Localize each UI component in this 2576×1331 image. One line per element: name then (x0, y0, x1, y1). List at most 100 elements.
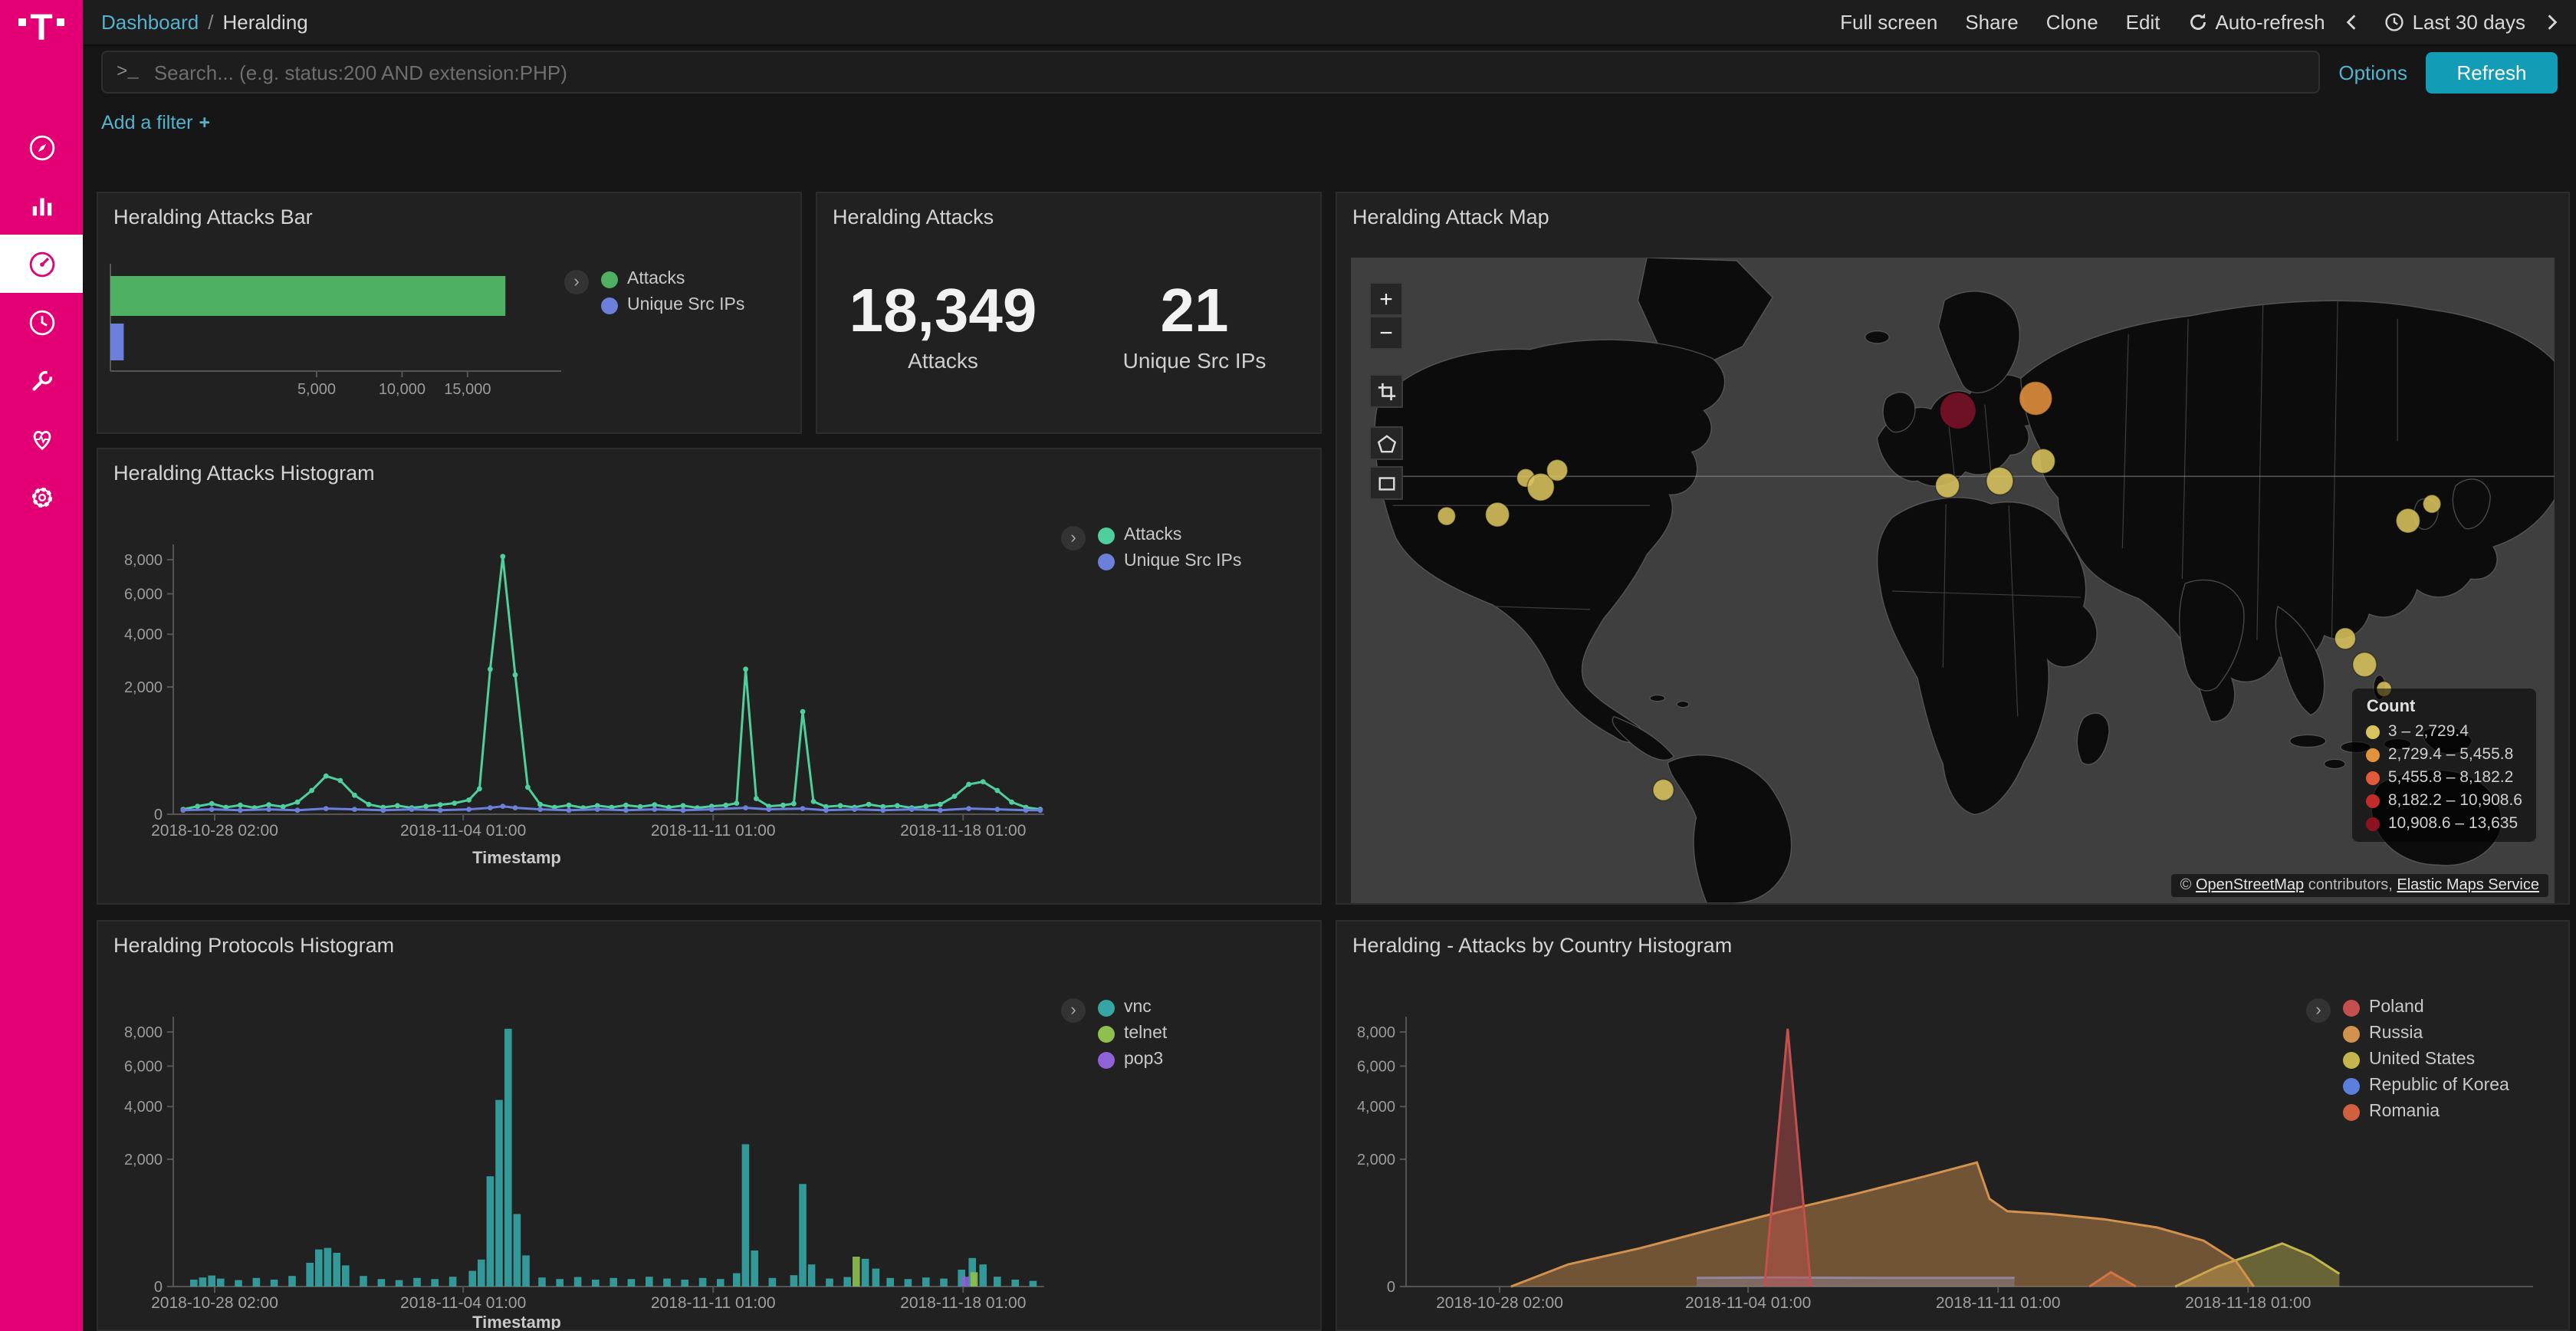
svg-text:2018-11-04 01:00: 2018-11-04 01:00 (1685, 1294, 1811, 1312)
country-histogram-chart[interactable]: 02,0004,0006,0008,0002018-10-28 02:00201… (1337, 922, 2568, 1329)
svg-text:2018-11-04 01:00: 2018-11-04 01:00 (400, 822, 526, 840)
chevron-right-icon (2547, 14, 2558, 31)
svg-text:0: 0 (154, 1279, 163, 1296)
svg-text:4,000: 4,000 (124, 626, 163, 643)
sidebar-item-visualize[interactable] (0, 176, 83, 235)
add-filter-link[interactable]: Add a filter+ (101, 112, 210, 133)
breadcrumb-dashboard[interactable]: Dashboard (101, 11, 199, 34)
legend-swatch (601, 297, 618, 314)
time-range-label: Last 30 days (2413, 11, 2525, 34)
telekom-logo[interactable]: T (0, 0, 83, 81)
panel-country-histogram: Heralding - Attacks by Country Histogram… (1336, 920, 2570, 1331)
svg-text:6,000: 6,000 (124, 586, 163, 603)
legend-swatch (2343, 1051, 2360, 1068)
draw-rectangle-button[interactable] (1369, 466, 1403, 500)
legend-swatch (2367, 748, 2380, 761)
legend-swatch (2343, 1103, 2360, 1120)
clock-icon (25, 306, 58, 338)
share-button[interactable]: Share (1965, 11, 2018, 34)
legend-label: Russia (2369, 1024, 2423, 1043)
plus-icon: + (1379, 286, 1393, 312)
svg-text:2018-11-11 01:00: 2018-11-11 01:00 (1936, 1294, 2061, 1312)
legend-item[interactable]: telnet (1098, 1024, 1167, 1043)
legend-item[interactable]: Attacks (601, 270, 744, 288)
legend-item[interactable]: Attacks (1098, 526, 1241, 544)
legend-toggle-icon[interactable]: › (1061, 998, 1086, 1023)
svg-text:15,000: 15,000 (444, 381, 491, 398)
legend-label: pop3 (1124, 1050, 1163, 1069)
sidebar-item-monitoring[interactable] (0, 409, 83, 468)
chart-legend: › Attacks Unique Src IPs (564, 270, 744, 314)
svg-text:2018-11-11 01:00: 2018-11-11 01:00 (651, 822, 776, 840)
heartbeat-icon (25, 422, 58, 455)
refresh-button[interactable]: Refresh (2426, 51, 2558, 93)
svg-text:2018-10-28 02:00: 2018-10-28 02:00 (151, 1294, 278, 1312)
svg-text:Timestamp: Timestamp (472, 1313, 561, 1329)
legend-item[interactable]: 2,729.4 – 5,455.8 (2367, 745, 2522, 764)
legend-item[interactable]: 8,182.2 – 10,908.6 (2367, 791, 2522, 810)
legend-label: United States (2369, 1050, 2475, 1069)
svg-text:2018-10-28 02:00: 2018-10-28 02:00 (1436, 1294, 1563, 1312)
legend-item[interactable]: United States (2343, 1050, 2509, 1069)
options-link[interactable]: Options (2338, 61, 2407, 84)
chart-legend: › vnc telnet pop3 (1061, 998, 1167, 1069)
legend-item[interactable]: Unique Src IPs (1098, 552, 1241, 570)
logo-letter: T (30, 14, 52, 44)
sidebar-item-dev-tools[interactable] (0, 351, 83, 409)
auto-refresh-button[interactable]: Auto-refresh (2187, 11, 2325, 34)
svg-text:5,000: 5,000 (297, 381, 336, 398)
sidebar-item-dashboard[interactable] (0, 235, 83, 293)
svg-text:6,000: 6,000 (124, 1058, 163, 1075)
zoom-in-button[interactable]: + (1369, 282, 1403, 316)
legend-swatch (1098, 999, 1115, 1016)
attacks-histogram-chart[interactable]: 02,0004,0006,0008,0002018-10-28 02:00201… (98, 449, 1320, 903)
legend-item[interactable]: Unique Src IPs (601, 296, 744, 314)
openstreetmap-link[interactable]: OpenStreetMap (2196, 877, 2304, 894)
edit-button[interactable]: Edit (2126, 11, 2160, 34)
protocols-histogram-chart[interactable]: 02,0004,0006,0008,0002018-10-28 02:00201… (98, 922, 1320, 1329)
time-forward-button[interactable] (2547, 14, 2558, 31)
time-back-button[interactable] (2347, 14, 2358, 31)
time-picker-button[interactable]: Last 30 days (2385, 11, 2525, 34)
sidebar-item-management[interactable] (0, 468, 83, 526)
legend-item[interactable]: pop3 (1098, 1050, 1167, 1069)
sidebar-item-discover[interactable] (0, 118, 83, 176)
legend-item[interactable]: 5,455.8 – 8,182.2 (2367, 768, 2522, 787)
terminal-prompt-icon: >_ (117, 61, 139, 83)
legend-swatch (2343, 999, 2360, 1016)
legend-item[interactable]: 10,908.6 – 13,635 (2367, 814, 2522, 833)
legend-toggle-icon[interactable]: › (564, 270, 589, 294)
search-input[interactable] (151, 59, 2305, 85)
legend-toggle-icon[interactable]: › (2306, 998, 2331, 1023)
add-filter-label: Add a filter (101, 112, 193, 133)
legend-toggle-icon[interactable]: › (1061, 526, 1086, 550)
metric-unique-src-ips: 21 Unique Src IPs (1069, 278, 1320, 373)
legend-swatch (2367, 725, 2380, 738)
legend-item[interactable]: Republic of Korea (2343, 1076, 2509, 1095)
wrench-icon (25, 364, 58, 396)
legend-swatch (2367, 794, 2380, 807)
legend-swatch (2367, 817, 2380, 830)
legend-item[interactable]: 3 – 2,729.4 (2367, 722, 2522, 741)
sidebar-item-timelion[interactable] (0, 293, 83, 351)
legend-item[interactable]: Romania (2343, 1103, 2509, 1121)
legend-swatch (1098, 1051, 1115, 1068)
elastic-maps-link[interactable]: Elastic Maps Service (2397, 877, 2539, 894)
search-box: >_ (101, 51, 2320, 94)
legend-swatch (601, 271, 618, 288)
clone-button[interactable]: Clone (2046, 11, 2098, 34)
legend-item[interactable]: Poland (2343, 998, 2509, 1017)
legend-label: Unique Src IPs (1124, 552, 1241, 570)
legend-item[interactable]: Russia (2343, 1024, 2509, 1043)
legend-item[interactable]: vnc (1098, 998, 1167, 1017)
panel-attacks-bar: Heralding Attacks Bar 5,00010,00015,000 … (97, 192, 802, 434)
fit-bounds-button[interactable] (1369, 374, 1403, 408)
legend-label: 3 – 2,729.4 (2388, 722, 2469, 741)
world-map[interactable]: + − Count 3 – 2,729.42,729.4 – 5,455.85,… (1351, 258, 2555, 903)
svg-text:8,000: 8,000 (1357, 1024, 1395, 1041)
zoom-out-button[interactable]: − (1369, 316, 1403, 350)
breadcrumb-separator: / (208, 11, 213, 34)
fullscreen-button[interactable]: Full screen (1840, 11, 1937, 34)
legend-label: Attacks (1124, 526, 1181, 544)
draw-polygon-button[interactable] (1369, 426, 1403, 460)
